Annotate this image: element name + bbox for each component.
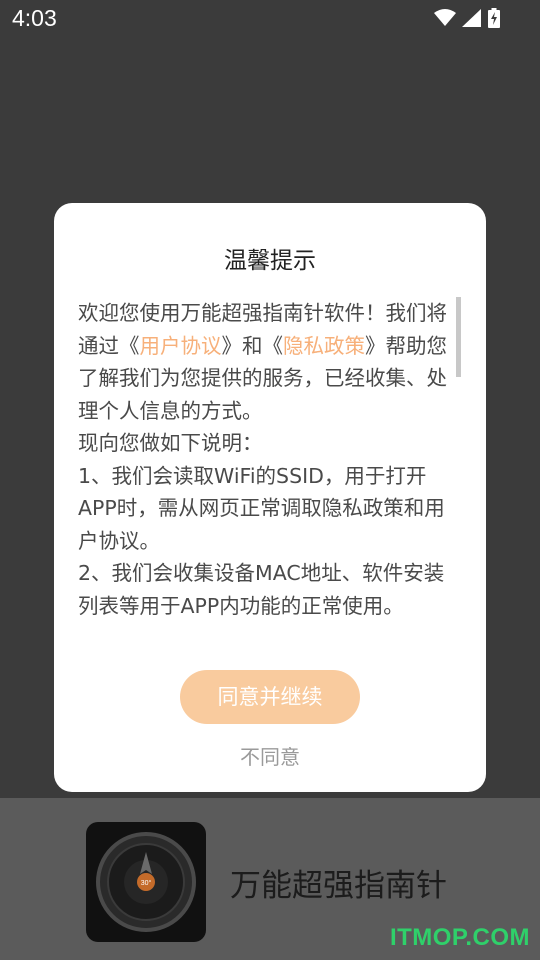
explanation-heading: 现向您做如下说明： — [78, 431, 263, 455]
item-1-text: 1、我们会读取WiFi的SSID，用于打开APP时，需从网页正常调取隐私政策和用… — [78, 463, 445, 553]
scrollbar[interactable] — [456, 297, 461, 627]
privacy-policy-link[interactable]: 隐私政策 — [283, 334, 365, 358]
status-time: 4:03 — [12, 5, 57, 31]
signal-icon — [462, 9, 482, 27]
intro-paragraph: 欢迎您使用万能超强指南针软件！我们将通过《用户协议》和《隐私政策》帮助您了解我们… — [78, 297, 456, 427]
dialog-title: 温馨提示 — [224, 248, 316, 274]
app-name: 万能超强指南针 — [230, 868, 447, 904]
intro-text-b: 》和《 — [221, 333, 284, 358]
disagree-button[interactable]: 不同意 — [54, 741, 486, 770]
status-bar: 4:03 — [0, 0, 540, 38]
battery-charging-icon — [488, 8, 500, 28]
privacy-dialog: 温馨提示 欢迎您使用万能超强指南针软件！我们将通过《用户协议》和《隐私政策》帮助… — [54, 203, 486, 792]
user-agreement-link[interactable]: 用户协议 — [140, 334, 222, 358]
scrollbar-thumb[interactable] — [456, 297, 461, 377]
compass-reading: 30° — [141, 879, 152, 887]
item-2-text: 2、我们会收集设备MAC地址、软件安装列表等用于APP内功能的正常使用。 — [78, 561, 445, 618]
watermark: ITMOP.COM — [389, 924, 530, 951]
dialog-body[interactable]: 欢迎您使用万能超强指南针软件！我们将通过《用户协议》和《隐私政策》帮助您了解我们… — [78, 297, 456, 627]
wifi-icon — [434, 9, 456, 27]
agree-continue-button[interactable]: 同意并继续 — [180, 670, 360, 724]
app-banner: 30° 万能超强指南针 ITMOP.COM — [0, 798, 540, 960]
status-icons — [434, 8, 500, 28]
compass-app-icon: 30° — [86, 822, 206, 942]
